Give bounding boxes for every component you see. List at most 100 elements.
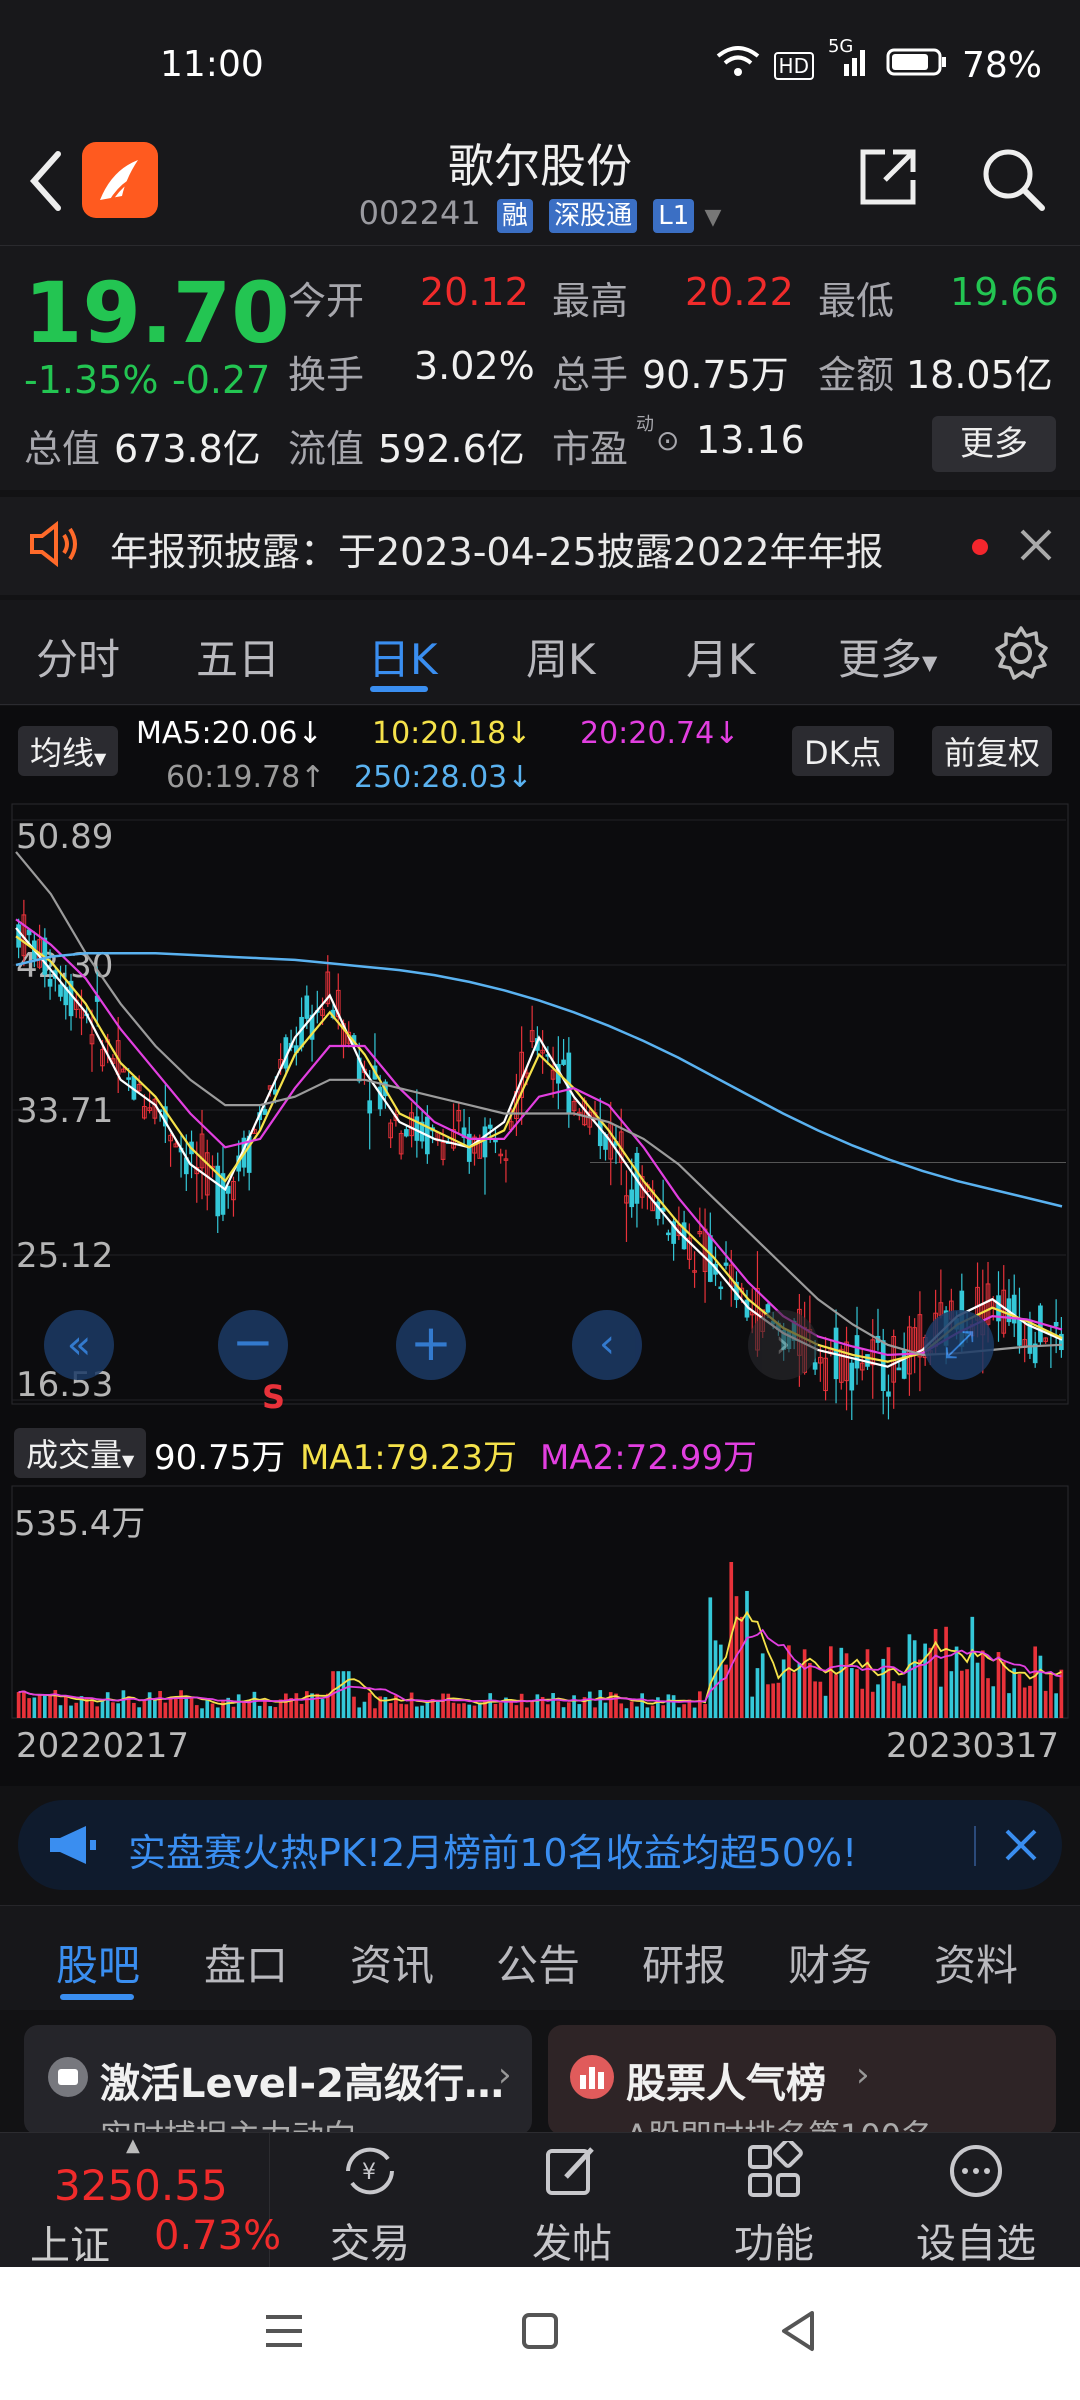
- share-icon[interactable]: [855, 144, 921, 214]
- volume-bar: [551, 1693, 555, 1718]
- more-dots-icon: [876, 2141, 1076, 2205]
- settings-gear-icon[interactable]: [992, 624, 1050, 686]
- tab-daily-k[interactable]: 日K: [368, 626, 438, 687]
- volume-bar: [787, 1645, 791, 1718]
- fullscreen-button[interactable]: ⤢: [924, 1310, 994, 1380]
- volume-bar: [991, 1686, 996, 1718]
- more-button-label: 更多: [960, 424, 1028, 464]
- volume-bar: [624, 1708, 629, 1718]
- volume-bar: [1022, 1687, 1027, 1718]
- low-label: 最低: [818, 279, 895, 323]
- volume-bar: [184, 1696, 189, 1718]
- tab-finance[interactable]: 财务: [788, 1932, 872, 1993]
- volume-selector[interactable]: 成交量▼: [14, 1428, 147, 1478]
- zoom-out-button[interactable]: −: [218, 1310, 288, 1380]
- candle-body: [487, 1124, 493, 1129]
- volume-bar: [587, 1691, 592, 1718]
- functions-button[interactable]: 功能: [674, 2138, 874, 2269]
- menu-nav-icon[interactable]: [262, 2311, 306, 2355]
- promo-close-icon[interactable]: [1002, 1826, 1040, 1868]
- volume-bar: [792, 1672, 796, 1718]
- trade-button[interactable]: ¥ 交易: [270, 2141, 470, 2269]
- tab-five-day[interactable]: 五日: [196, 626, 280, 687]
- candle-body: [896, 1367, 902, 1371]
- volume-bar: [566, 1702, 571, 1718]
- volume-bar: [205, 1699, 210, 1718]
- grid-icon: [674, 2138, 874, 2205]
- dropdown-icon[interactable]: ▼: [704, 205, 721, 230]
- search-icon[interactable]: [978, 144, 1048, 218]
- volume-bar: [336, 1671, 341, 1718]
- bottom-toolbar: ▲ 3250.55 上证 0.73% ¥ 交易 发帖 功能 设自选: [0, 2132, 1080, 2269]
- volume-bar: [1017, 1674, 1022, 1718]
- candle-body: [1053, 1322, 1059, 1327]
- close-icon[interactable]: [1016, 525, 1056, 569]
- tab-more[interactable]: 更多▼: [838, 626, 937, 687]
- notice-bar[interactable]: 年报预披露：于2023-04-25披露2022年年报: [0, 497, 1080, 595]
- tab-monthly-k[interactable]: 月K: [686, 626, 756, 687]
- volume-bar: [965, 1669, 969, 1718]
- volume-bar: [236, 1694, 241, 1718]
- trade-icon: ¥: [270, 2141, 470, 2205]
- promo-divider: [974, 1826, 976, 1866]
- volume-bar: [100, 1699, 105, 1718]
- ma5-legend: MA5:20.06↓: [136, 716, 323, 751]
- back-nav-icon[interactable]: [778, 2309, 818, 2357]
- add-watchlist-button[interactable]: 设自选: [876, 2141, 1076, 2269]
- candle-body: [723, 1262, 729, 1266]
- tab-weekly-k[interactable]: 周K: [526, 626, 596, 687]
- scroll-left-fast-button[interactable]: «: [44, 1310, 114, 1380]
- volume-bar: [802, 1649, 807, 1718]
- tab-forum[interactable]: 股吧: [56, 1932, 140, 1993]
- more-button[interactable]: 更多: [932, 416, 1056, 472]
- y-tick-label: 33.71: [16, 1091, 113, 1131]
- volume-bar: [907, 1634, 912, 1718]
- info-icon[interactable]: ⊙: [656, 424, 679, 457]
- volume-bar: [446, 1693, 451, 1718]
- volume-bar: [949, 1671, 954, 1718]
- volume-bar: [456, 1703, 461, 1718]
- volume-bar: [797, 1663, 802, 1718]
- level2-card[interactable]: 激活Level-2高级行… › 实时捕捉主力动向: [24, 2025, 532, 2135]
- tab-orderbook[interactable]: 盘口: [204, 1932, 288, 1993]
- volume-bar: [514, 1705, 519, 1718]
- dk-point-button[interactable]: DK点: [792, 726, 894, 776]
- tab-news[interactable]: 资讯: [350, 1932, 434, 1993]
- tab-intraday[interactable]: 分时: [36, 626, 120, 687]
- promo-banner[interactable]: 实盘赛火热PK!2月榜前10名收益均超50%!: [18, 1800, 1062, 1890]
- volume-bar: [409, 1692, 414, 1718]
- candle-body: [849, 1362, 855, 1391]
- ma-selector[interactable]: 均线▼: [18, 726, 119, 776]
- home-nav-icon[interactable]: [520, 2311, 560, 2355]
- volume-bar: [1001, 1661, 1006, 1718]
- zoom-in-button[interactable]: +: [396, 1310, 466, 1380]
- volume-bar: [844, 1653, 849, 1718]
- high-value: 20.22: [685, 270, 794, 314]
- volume-bar: [1028, 1685, 1032, 1718]
- popularity-card[interactable]: 股票人气榜 › A股即时排名第100名: [548, 2025, 1056, 2135]
- open-value: 20.12: [420, 270, 529, 314]
- megaphone-icon: [46, 1824, 98, 1870]
- volume-selector-arrow-icon: ▼: [122, 1451, 135, 1470]
- mktcap-value: 673.8亿: [114, 427, 261, 471]
- volume-bar: [635, 1706, 639, 1718]
- scroll-left-button[interactable]: ‹: [572, 1310, 642, 1380]
- sell-marker: S: [262, 1378, 286, 1416]
- volume-bar: [105, 1692, 110, 1718]
- volume-bar: [603, 1702, 608, 1718]
- volume-bar: [147, 1692, 152, 1718]
- volume-bar: [158, 1690, 162, 1718]
- tab-profile[interactable]: 资料: [934, 1932, 1018, 1993]
- tab-research[interactable]: 研报: [642, 1932, 726, 1993]
- post-button[interactable]: 发帖: [472, 2141, 672, 2269]
- y-tick-label: 25.12: [16, 1236, 113, 1276]
- volume-bar: [263, 1699, 267, 1718]
- stock-code: 002241: [358, 194, 481, 232]
- volume-bar: [37, 1695, 42, 1718]
- volume-bar: [891, 1681, 896, 1718]
- adjust-button[interactable]: 前复权: [932, 726, 1053, 776]
- tab-announcements[interactable]: 公告: [496, 1932, 580, 1993]
- scroll-right-button[interactable]: ›: [748, 1310, 818, 1380]
- index-widget[interactable]: ▲ 3250.55 上证 0.73%: [0, 2133, 281, 2269]
- mktcap-label: 总值: [24, 427, 101, 471]
